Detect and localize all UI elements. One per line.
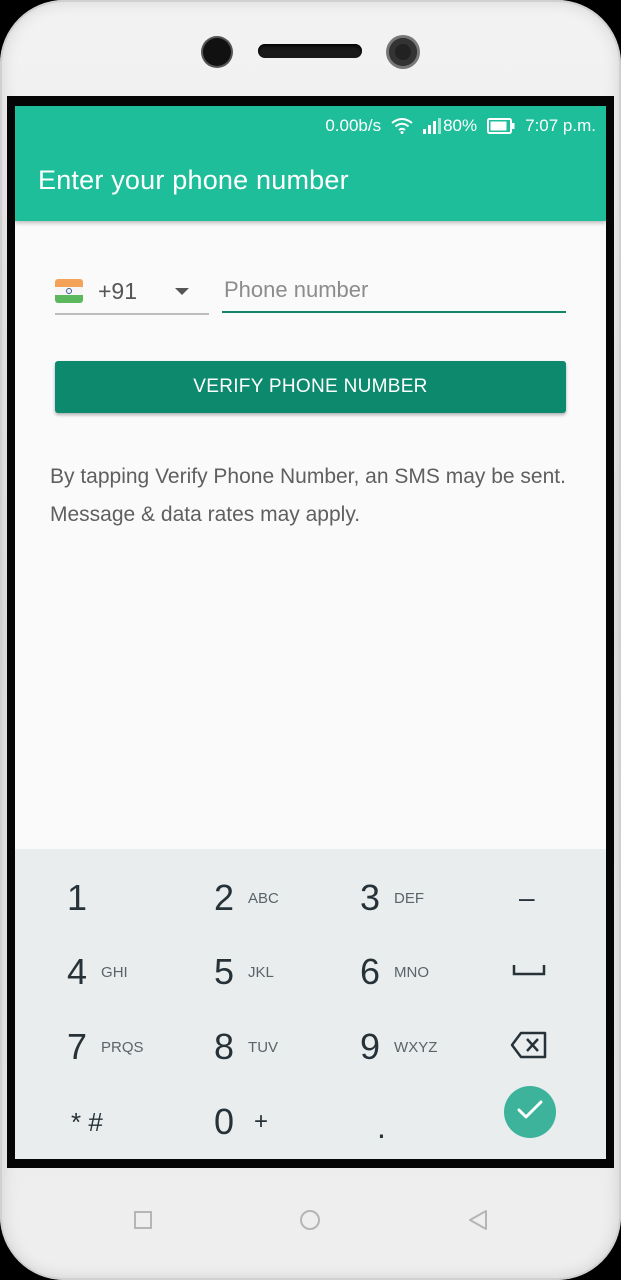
key-7[interactable]: 7 PRQS (67, 1015, 144, 1079)
space-icon (512, 963, 546, 982)
key-letters: JKL (248, 963, 274, 981)
network-speed: 0.00b/s (325, 116, 382, 135)
key-4[interactable]: 4 GHI (67, 940, 128, 1004)
numeric-keypad: 1 2 ABC 3 DEF – 4 GHI 5 JKL 6 MNO 7 PRQS 8 TUV … (15, 849, 606, 1159)
key-star-hash[interactable]: * # (71, 1090, 103, 1154)
done-button[interactable] (504, 1086, 556, 1138)
key-label: * # (71, 1106, 103, 1137)
screen: 0.00b/s 80% 7:07 p.m. Enter your phone n… (15, 106, 606, 1159)
key-9[interactable]: 9 WXYZ (360, 1015, 437, 1079)
key-6[interactable]: 6 MNO (360, 940, 429, 1004)
sms-disclaimer: By tapping Verify Phone Number, an SMS m… (50, 465, 566, 526)
key-5[interactable]: 5 JKL (214, 940, 274, 1004)
key-label: 4 (67, 951, 88, 992)
key-letters: MNO (394, 963, 430, 981)
key-label: . (377, 1108, 386, 1145)
checkmark-icon (517, 1100, 543, 1125)
phone-device: 0.00b/s 80% 7:07 p.m. Enter your phone n… (0, 0, 621, 1280)
status-bar: 0.00b/s 80% 7:07 p.m. (325, 114, 596, 138)
key-space[interactable] (512, 940, 546, 1004)
top-bezel (0, 0, 621, 96)
key-label: 3 (360, 877, 381, 918)
key-label: 6 (360, 951, 381, 992)
system-nav-bar (0, 1168, 621, 1280)
signal-icon (423, 118, 442, 134)
key-plus: + (254, 1108, 269, 1135)
backspace-key[interactable] (510, 1015, 548, 1079)
key-1[interactable]: 1 (67, 866, 87, 930)
key-3[interactable]: 3 DEF (360, 866, 424, 930)
key-8[interactable]: 8 TUV (214, 1015, 278, 1079)
chevron-down-icon (175, 287, 189, 295)
front-camera (389, 38, 417, 66)
key-2[interactable]: 2 ABC (214, 866, 279, 930)
app-bar: 0.00b/s 80% 7:07 p.m. Enter your phone n… (15, 106, 606, 221)
key-label: 9 (360, 1026, 381, 1067)
square-icon[interactable] (131, 1208, 155, 1232)
earpiece-speaker (258, 44, 362, 58)
circle-icon[interactable] (298, 1208, 322, 1232)
key-label: 1 (67, 877, 88, 918)
triangle-back-icon[interactable] (466, 1208, 490, 1232)
key-label: 7 (67, 1026, 88, 1067)
clock: 7:07 p.m. (525, 116, 596, 135)
battery-percent: 80% (443, 116, 478, 135)
battery-icon (487, 118, 515, 134)
wifi-icon (391, 118, 413, 134)
key-letters: ABC (248, 889, 279, 907)
key-label: – (519, 882, 535, 913)
key-label: 0 (214, 1101, 235, 1142)
key-dash[interactable]: – (519, 866, 535, 930)
key-letters: DEF (394, 889, 425, 907)
key-letters: PRQS (101, 1038, 144, 1056)
country-code-selector[interactable]: +91 (55, 269, 209, 315)
key-label: 8 (214, 1026, 235, 1067)
country-code: +91 (98, 277, 138, 304)
backspace-icon (510, 1031, 548, 1064)
key-letters: GHI (101, 963, 128, 981)
phone-number-input[interactable] (222, 269, 566, 313)
india-flag-icon (55, 279, 83, 303)
verify-phone-button[interactable]: VERIFY PHONE NUMBER (55, 361, 566, 413)
key-period[interactable]: . (377, 1090, 386, 1154)
key-letters: WXYZ (394, 1038, 438, 1056)
key-letters: TUV (248, 1038, 279, 1056)
page-title: Enter your phone number (38, 165, 349, 195)
key-0[interactable]: 0 + (214, 1090, 268, 1154)
key-label: 2 (214, 877, 235, 918)
key-label: 5 (214, 951, 235, 992)
proximity-sensor (203, 38, 231, 66)
